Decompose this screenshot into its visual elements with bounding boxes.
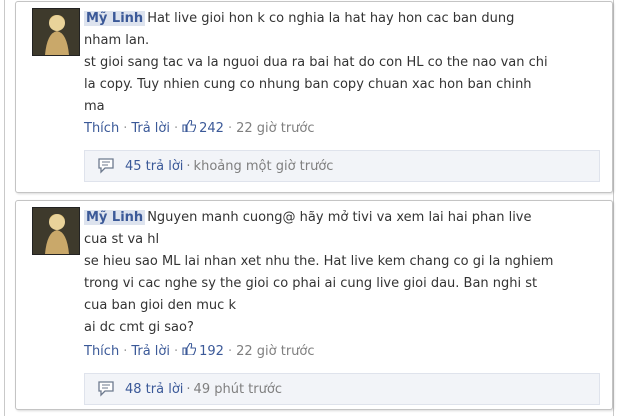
comment-panel: Mỹ Linh Hat live gioi hon k co nghia la h… <box>4 0 614 416</box>
author-name[interactable]: Mỹ Linh <box>84 11 146 26</box>
comment: Mỹ Linh Hat live gioi hon k co nghia la h… <box>15 1 613 193</box>
thumbs-up-icon <box>182 119 197 136</box>
thumbs-up-icon <box>182 342 197 359</box>
replies-count[interactable]: 48 trả lời <box>125 382 183 397</box>
like-link[interactable]: Thích <box>84 121 119 136</box>
comment: Mỹ Linh Nguyen manh cuong@ hãy mở tivi va… <box>15 200 613 410</box>
replies-count[interactable]: 45 trả lời <box>125 159 183 174</box>
timestamp[interactable]: 22 giờ trước <box>236 344 314 359</box>
speech-bubble-icon <box>97 158 115 174</box>
reply-link[interactable]: Trả lời <box>131 121 170 136</box>
comment-actions: Thích · Trả lời · 192 · 22 giờ trước <box>84 342 315 359</box>
comment-actions: Thích · Trả lời · 242 · 22 giờ trước <box>84 119 315 136</box>
like-count[interactable]: 242 <box>199 121 224 136</box>
like-link[interactable]: Thích <box>84 344 119 359</box>
replies-bar[interactable]: 48 trả lời · 49 phút trước <box>84 373 600 405</box>
comment-body: Mỹ Linh Hat live gioi hon k co nghia la h… <box>84 8 604 118</box>
comment-body: Mỹ Linh Nguyen manh cuong@ hãy mở tivi va… <box>84 207 604 339</box>
comment-line: se hieu sao ML lai nhan xet nhu the. Hat… <box>84 254 554 269</box>
speech-bubble-icon <box>97 381 115 397</box>
comment-line: trong vi cac nghe sy the gioi co phai ai… <box>84 276 538 291</box>
comment-line: cua ban gioi den muc k <box>84 298 236 313</box>
comment-line: ai dc cmt gi sao? <box>84 320 194 335</box>
comment-line: la copy. Tuy nhien cung co nhung ban cop… <box>84 77 532 92</box>
comment-line: Nguyen manh cuong@ hãy mở tivi va xem la… <box>147 210 532 225</box>
comment-line: nham lan. <box>84 33 150 48</box>
timestamp[interactable]: 22 giờ trước <box>236 121 314 136</box>
replies-time: 49 phút trước <box>193 381 282 397</box>
comment-line: ma <box>84 99 105 114</box>
like-count[interactable]: 192 <box>199 344 224 359</box>
avatar[interactable] <box>32 8 80 56</box>
comment-line: st gioi sang tac va la nguoi dua ra bai … <box>84 55 548 70</box>
replies-bar[interactable]: 45 trả lời · khoảng một giờ trước <box>84 150 600 182</box>
replies-time: khoảng một giờ trước <box>193 158 334 174</box>
comment-line: cua st va hl <box>84 232 160 247</box>
avatar[interactable] <box>32 207 80 255</box>
comment-line: Hat live gioi hon k co nghia la hat hay … <box>147 11 515 26</box>
author-name[interactable]: Mỹ Linh <box>84 210 146 225</box>
reply-link[interactable]: Trả lời <box>131 344 170 359</box>
